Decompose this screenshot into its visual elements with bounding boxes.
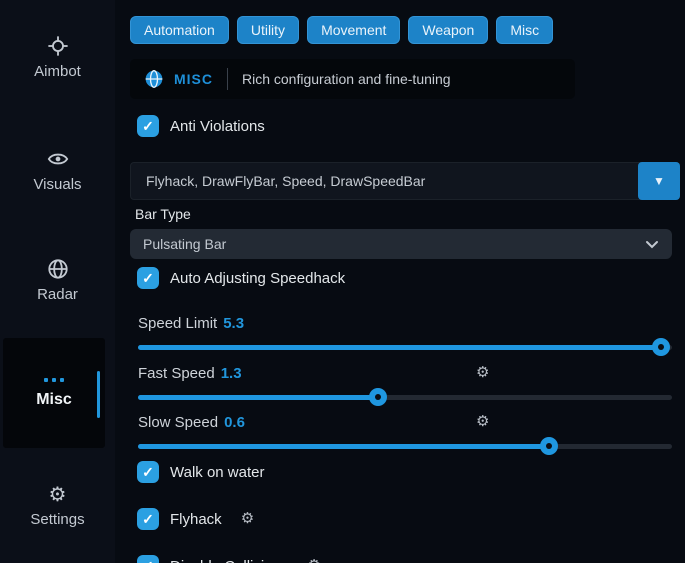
sidebar-item-label: Settings — [30, 511, 84, 528]
check-icon: ✓ — [142, 511, 154, 528]
slider-value: 1.3 — [221, 365, 242, 382]
slider-label-fast-speed: Fast Speed 1.3 ⚙ — [138, 364, 680, 382]
checkbox-row-auto-adjusting-speedhack[interactable]: ✓ Auto Adjusting Speedhack — [137, 267, 680, 289]
slider-fill — [138, 444, 549, 449]
gear-icon[interactable]: ⚙ — [241, 510, 254, 528]
gear-icon: ⚙ — [46, 482, 70, 506]
section-subtitle: Rich configuration and fine-tuning — [242, 71, 451, 87]
sidebar-item-label: Radar — [37, 286, 78, 303]
checkbox-row-walk-on-water[interactable]: ✓ Walk on water — [137, 461, 680, 483]
bar-multiselect[interactable]: Flyhack, DrawFlyBar, Speed, DrawSpeedBar… — [130, 162, 680, 200]
check-icon: ✓ — [142, 464, 154, 481]
gear-icon[interactable]: ⚙ — [476, 364, 489, 382]
checkbox-checked[interactable]: ✓ — [137, 555, 159, 563]
checkbox-row-flyhack[interactable]: ✓ Flyhack ⚙ — [137, 508, 680, 530]
sidebar-item-radar[interactable]: Radar — [0, 257, 115, 303]
check-icon: ✓ — [142, 558, 154, 563]
slider-track[interactable] — [138, 395, 672, 400]
active-indicator — [97, 371, 100, 418]
slider-name: Speed Limit — [138, 315, 217, 332]
dots-icon — [44, 378, 64, 382]
globe-icon — [46, 257, 70, 281]
select-value: Pulsating Bar — [143, 236, 226, 252]
tab-weapon[interactable]: Weapon — [408, 16, 488, 44]
check-icon: ✓ — [142, 118, 154, 135]
crosshair-icon — [46, 34, 70, 58]
section-header: MISC Rich configuration and fine-tuning — [130, 59, 575, 99]
checkbox-checked[interactable]: ✓ — [137, 115, 159, 137]
tab-movement[interactable]: Movement — [307, 16, 400, 44]
speed-limit-slider[interactable] — [138, 338, 672, 356]
chevron-down-icon — [645, 240, 659, 249]
checkbox-row-disable-collisions[interactable]: ✓ Disable Collisions ⚙ — [137, 555, 680, 563]
app-window: Aimbot Visuals Radar Mi — [0, 0, 685, 563]
slider-thumb[interactable] — [369, 388, 387, 406]
main-content: Automation Utility Movement Weapon Misc … — [115, 0, 685, 563]
tab-automation[interactable]: Automation — [130, 16, 229, 44]
category-tabs: Automation Utility Movement Weapon Misc — [130, 16, 680, 44]
checkbox-checked[interactable]: ✓ — [137, 461, 159, 483]
globe-icon — [144, 69, 164, 89]
slider-value: 5.3 — [223, 315, 244, 332]
checkbox-row-anti-violations[interactable]: ✓ Anti Violations — [137, 115, 680, 137]
checkbox-label: Disable Collisions — [170, 558, 288, 563]
slider-thumb[interactable] — [540, 437, 558, 455]
slider-thumb[interactable] — [652, 338, 670, 356]
sidebar-item-label: Misc — [36, 391, 72, 409]
sidebar-item-label: Visuals — [33, 176, 81, 193]
checkbox-label: Auto Adjusting Speedhack — [170, 270, 345, 287]
sidebar-item-label: Aimbot — [34, 63, 81, 80]
slider-value: 0.6 — [224, 414, 245, 431]
slider-track[interactable] — [138, 444, 672, 449]
checkbox-checked[interactable]: ✓ — [137, 508, 159, 530]
tab-utility[interactable]: Utility — [237, 16, 299, 44]
slider-track[interactable] — [138, 345, 672, 350]
tab-misc[interactable]: Misc — [496, 16, 553, 44]
sidebar-item-settings[interactable]: ⚙ Settings — [0, 482, 115, 528]
sidebar-item-aimbot[interactable]: Aimbot — [0, 34, 115, 80]
section-title: MISC — [174, 71, 213, 87]
slider-fill — [138, 395, 378, 400]
dropdown-arrow-icon: ▼ — [653, 174, 665, 188]
eye-icon — [46, 147, 70, 171]
fast-speed-slider[interactable] — [138, 388, 672, 406]
checkbox-checked[interactable]: ✓ — [137, 267, 159, 289]
slider-label-slow-speed: Slow Speed 0.6 ⚙ — [138, 413, 680, 431]
divider — [227, 68, 228, 90]
checkbox-label: Anti Violations — [170, 118, 265, 135]
bar-type-label: Bar Type — [135, 206, 680, 222]
multiselect-value: Flyhack, DrawFlyBar, Speed, DrawSpeedBar — [131, 163, 679, 199]
multiselect-dropdown-button[interactable]: ▼ — [638, 162, 680, 200]
bar-type-select[interactable]: Pulsating Bar — [130, 229, 672, 259]
sidebar-item-visuals[interactable]: Visuals — [0, 147, 115, 193]
gear-icon[interactable]: ⚙ — [307, 557, 320, 563]
slow-speed-slider[interactable] — [138, 437, 672, 455]
checkbox-label: Flyhack — [170, 511, 222, 528]
slider-name: Slow Speed — [138, 414, 218, 431]
slider-fill — [138, 345, 661, 350]
slider-label-speed-limit: Speed Limit 5.3 — [138, 314, 680, 332]
sidebar: Aimbot Visuals Radar Mi — [0, 0, 115, 563]
sidebar-item-misc[interactable]: Misc — [3, 338, 105, 448]
checkbox-label: Walk on water — [170, 464, 264, 481]
gear-icon[interactable]: ⚙ — [476, 413, 489, 431]
slider-name: Fast Speed — [138, 365, 215, 382]
check-icon: ✓ — [142, 270, 154, 287]
